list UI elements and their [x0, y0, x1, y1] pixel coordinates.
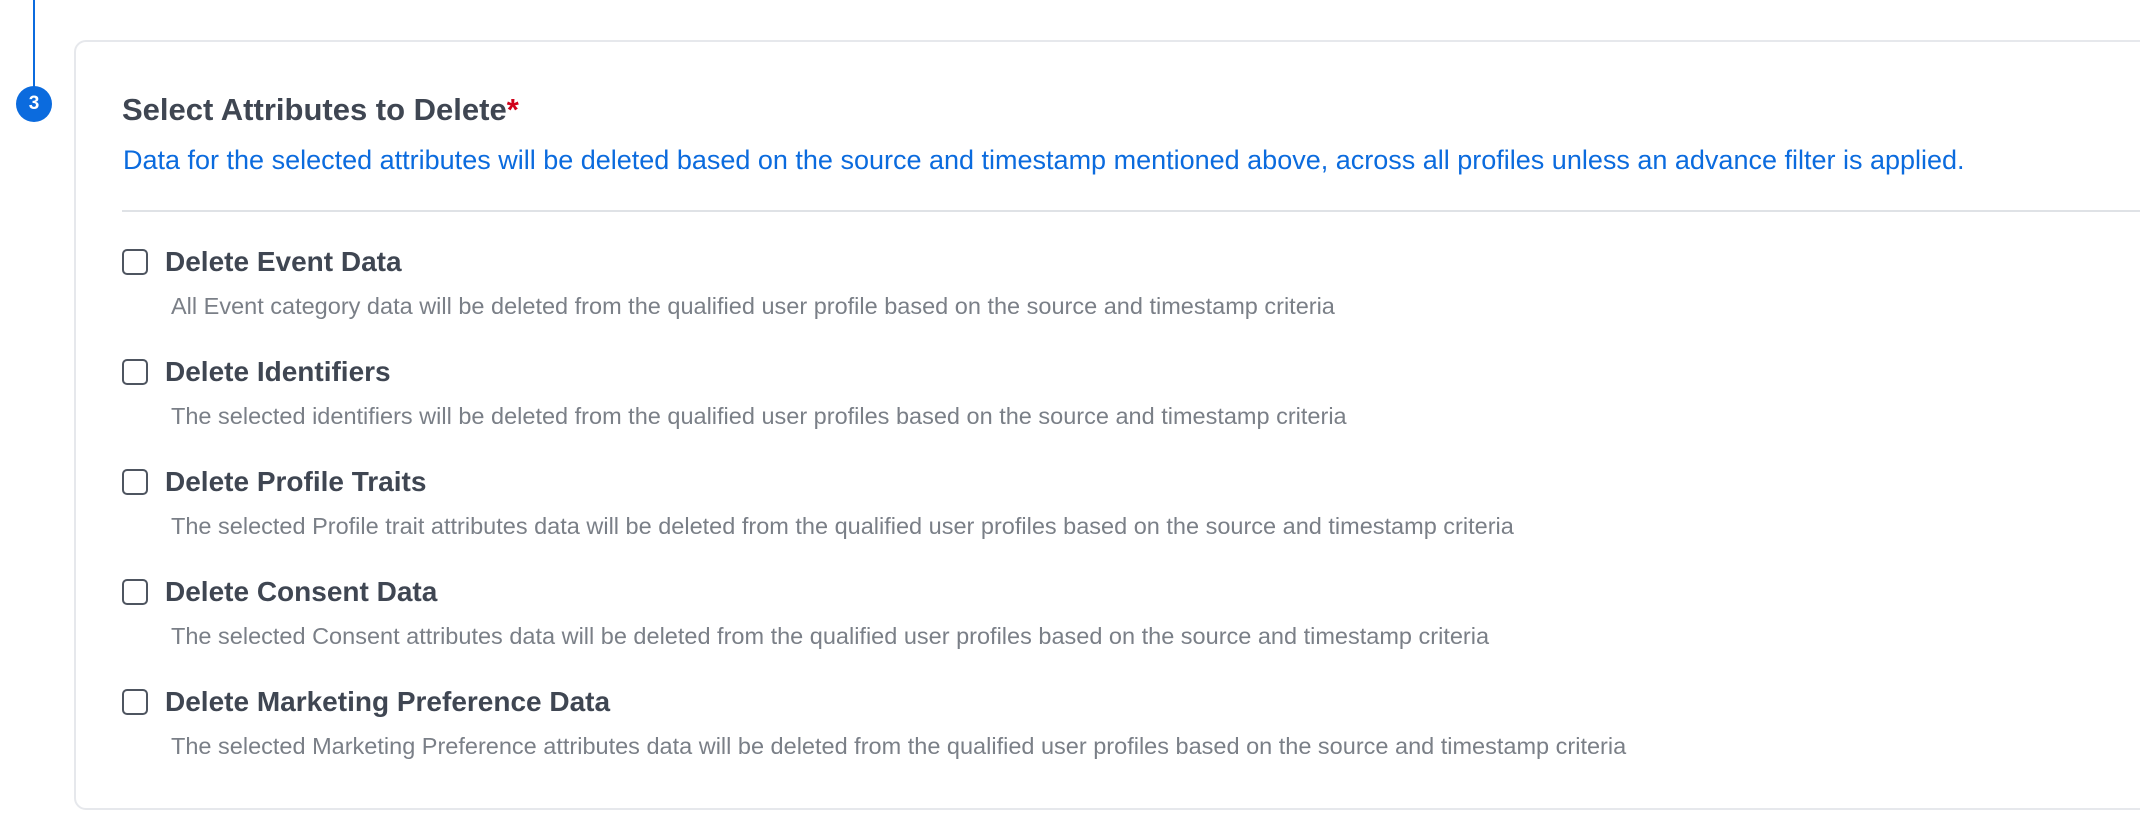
option-label[interactable]: Delete Marketing Preference Data — [165, 682, 610, 722]
option-label[interactable]: Delete Event Data — [165, 242, 402, 282]
checkbox-delete-event-data[interactable] — [122, 249, 148, 275]
option-description: The selected Consent attributes data wil… — [171, 623, 1490, 649]
option-row: Delete Profile Traits — [122, 462, 1514, 502]
checkbox-delete-consent-data[interactable] — [122, 579, 148, 605]
section-description: Data for the selected attributes will be… — [123, 145, 1965, 175]
option-row: Delete Event Data — [122, 242, 1335, 282]
option-row: Delete Marketing Preference Data — [122, 682, 1626, 722]
section-title: Select Attributes to Delete* — [122, 90, 519, 130]
option-delete-profile-traits: Delete Profile Traits The selected Profi… — [122, 462, 1514, 542]
option-row: Delete Consent Data — [122, 572, 1489, 612]
section-title-text: Select Attributes to Delete — [122, 92, 507, 127]
option-description: All Event category data will be deleted … — [171, 293, 1335, 319]
required-asterisk: * — [506, 92, 519, 127]
option-delete-identifiers: Delete Identifiers The selected identifi… — [122, 352, 1347, 432]
option-row: Delete Identifiers — [122, 352, 1347, 392]
option-delete-consent-data: Delete Consent Data The selected Consent… — [122, 572, 1489, 652]
step-connector-line — [33, 0, 35, 98]
section-divider — [122, 210, 2140, 212]
option-description: The selected Profile trait attributes da… — [171, 513, 1514, 539]
option-label[interactable]: Delete Identifiers — [165, 352, 391, 392]
option-description: The selected identifiers will be deleted… — [171, 403, 1347, 429]
option-description: The selected Marketing Preference attrib… — [171, 733, 1627, 759]
option-label[interactable]: Delete Consent Data — [165, 572, 437, 612]
step-number-badge: 3 — [16, 86, 52, 122]
checkbox-delete-identifiers[interactable] — [122, 359, 148, 385]
checkbox-delete-profile-traits[interactable] — [122, 469, 148, 495]
option-delete-event-data: Delete Event Data All Event category dat… — [122, 242, 1335, 322]
checkbox-delete-marketing-preference-data[interactable] — [122, 689, 148, 715]
option-label[interactable]: Delete Profile Traits — [165, 462, 426, 502]
option-delete-marketing-preference-data: Delete Marketing Preference Data The sel… — [122, 682, 1626, 762]
